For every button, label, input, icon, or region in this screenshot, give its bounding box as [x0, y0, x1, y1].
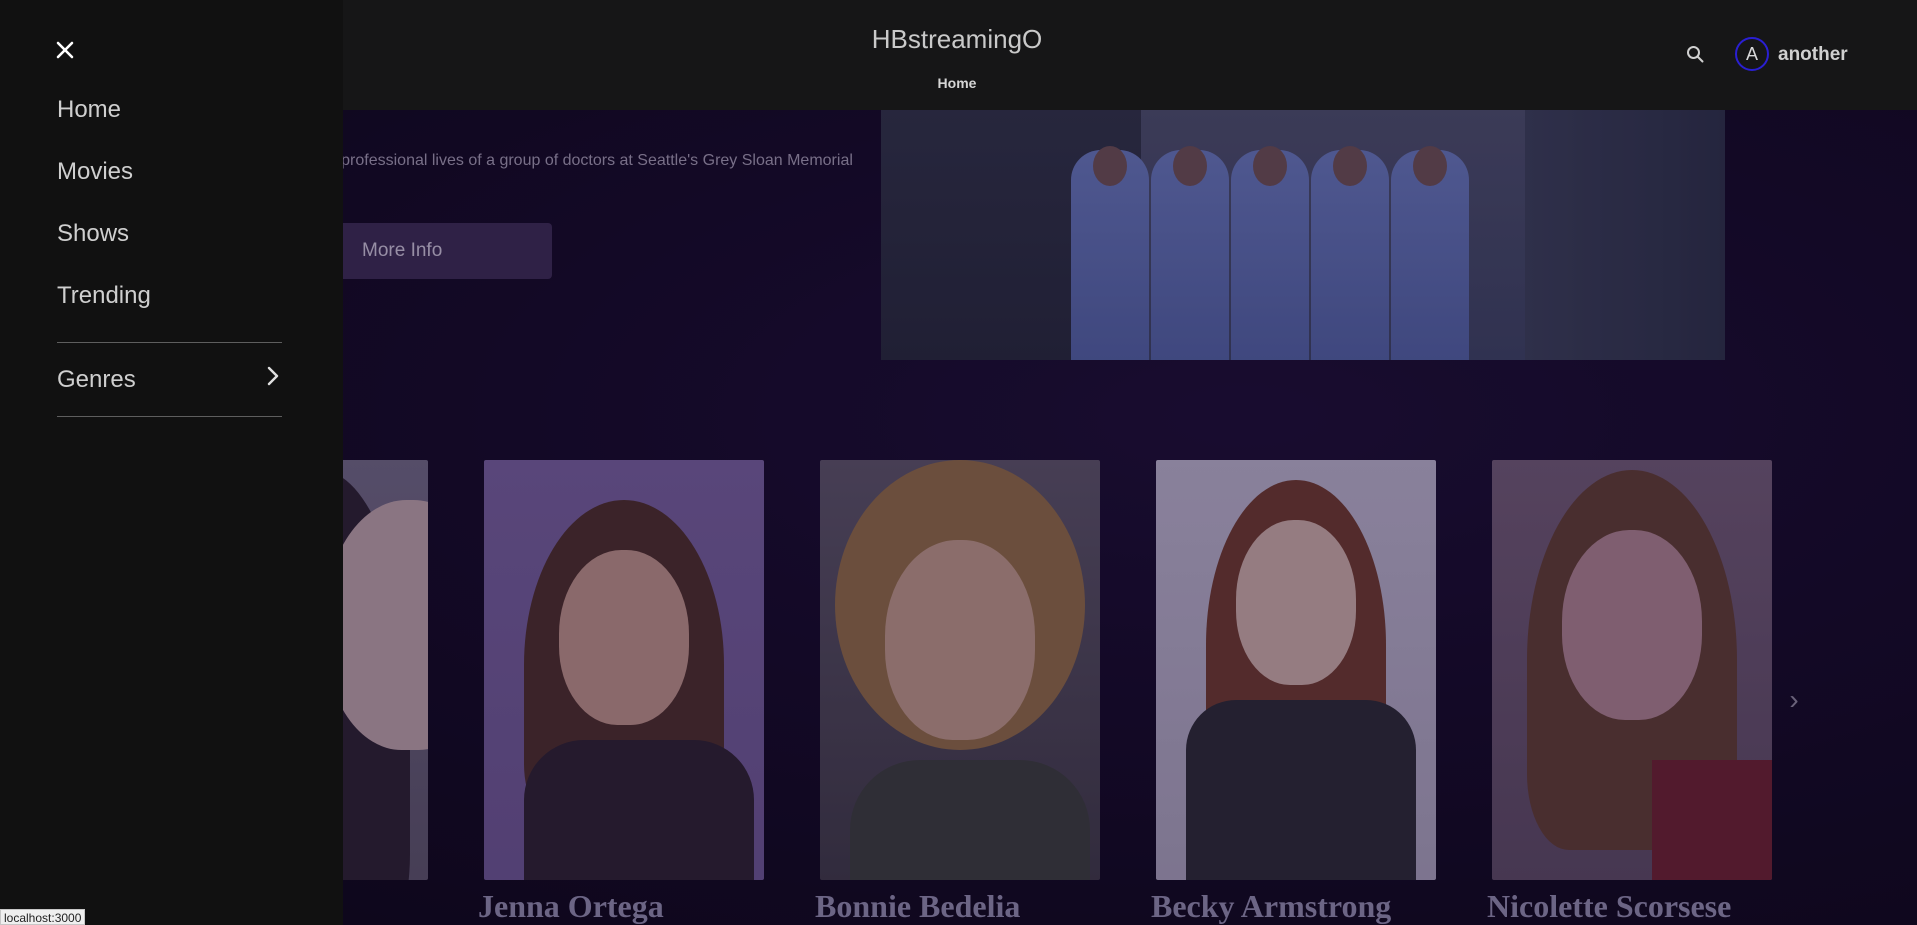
- cast-name[interactable]: Nicolette Scorsese: [1487, 888, 1731, 925]
- cast-photo-face: [1236, 520, 1356, 685]
- cast-photo-face: [885, 540, 1035, 740]
- cast-card[interactable]: [484, 460, 764, 880]
- hero-backdrop-wall: [1525, 110, 1725, 360]
- hero-description: and professional lives of a group of doc…: [310, 152, 853, 169]
- cast-name[interactable]: Bonnie Bedelia: [815, 888, 1020, 925]
- more-info-button[interactable]: More Info: [330, 223, 552, 279]
- close-icon[interactable]: [55, 40, 75, 60]
- cast-card[interactable]: [820, 460, 1100, 880]
- cast-photo-face: [559, 550, 689, 725]
- cast-name[interactable]: Jenna Ortega: [478, 888, 664, 925]
- chevron-right-icon[interactable]: [265, 365, 281, 387]
- carousel-next-chevron-icon[interactable]: ›: [1782, 684, 1806, 720]
- cast-name[interactable]: Becky Armstrong: [1151, 888, 1391, 925]
- cast-card[interactable]: [1156, 460, 1436, 880]
- search-icon[interactable]: [1686, 45, 1704, 63]
- hero-figure: [1071, 146, 1149, 360]
- drawer-item-home[interactable]: Home: [57, 96, 121, 124]
- app-root: y and professional lives of a group of d…: [0, 0, 1917, 925]
- hero-figure: [1311, 146, 1389, 360]
- hero-figure: [1391, 146, 1469, 360]
- status-bar-url: localhost:3000: [0, 909, 86, 925]
- drawer-divider: [57, 416, 282, 417]
- hero-figure: [1151, 146, 1229, 360]
- cast-photo-face: [1562, 530, 1702, 720]
- drawer-divider: [57, 342, 282, 343]
- cast-photo-dress: [1186, 700, 1416, 880]
- cast-photo-shirt: [1652, 760, 1772, 880]
- cast-photo-shirt: [850, 760, 1090, 880]
- user-name[interactable]: another: [1778, 44, 1848, 66]
- hero-figure: [1231, 146, 1309, 360]
- user-avatar[interactable]: A: [1735, 37, 1769, 71]
- cast-photo-shirt: [524, 740, 754, 880]
- drawer-item-trending[interactable]: Trending: [57, 282, 151, 310]
- drawer-item-shows[interactable]: Shows: [57, 220, 129, 248]
- hero-backdrop-image: [881, 110, 1725, 360]
- drawer-item-genres[interactable]: Genres: [57, 366, 136, 394]
- drawer-item-movies[interactable]: Movies: [57, 158, 133, 186]
- side-drawer: Home Movies Shows Trending Genres: [0, 0, 343, 925]
- cast-card[interactable]: [1492, 460, 1772, 880]
